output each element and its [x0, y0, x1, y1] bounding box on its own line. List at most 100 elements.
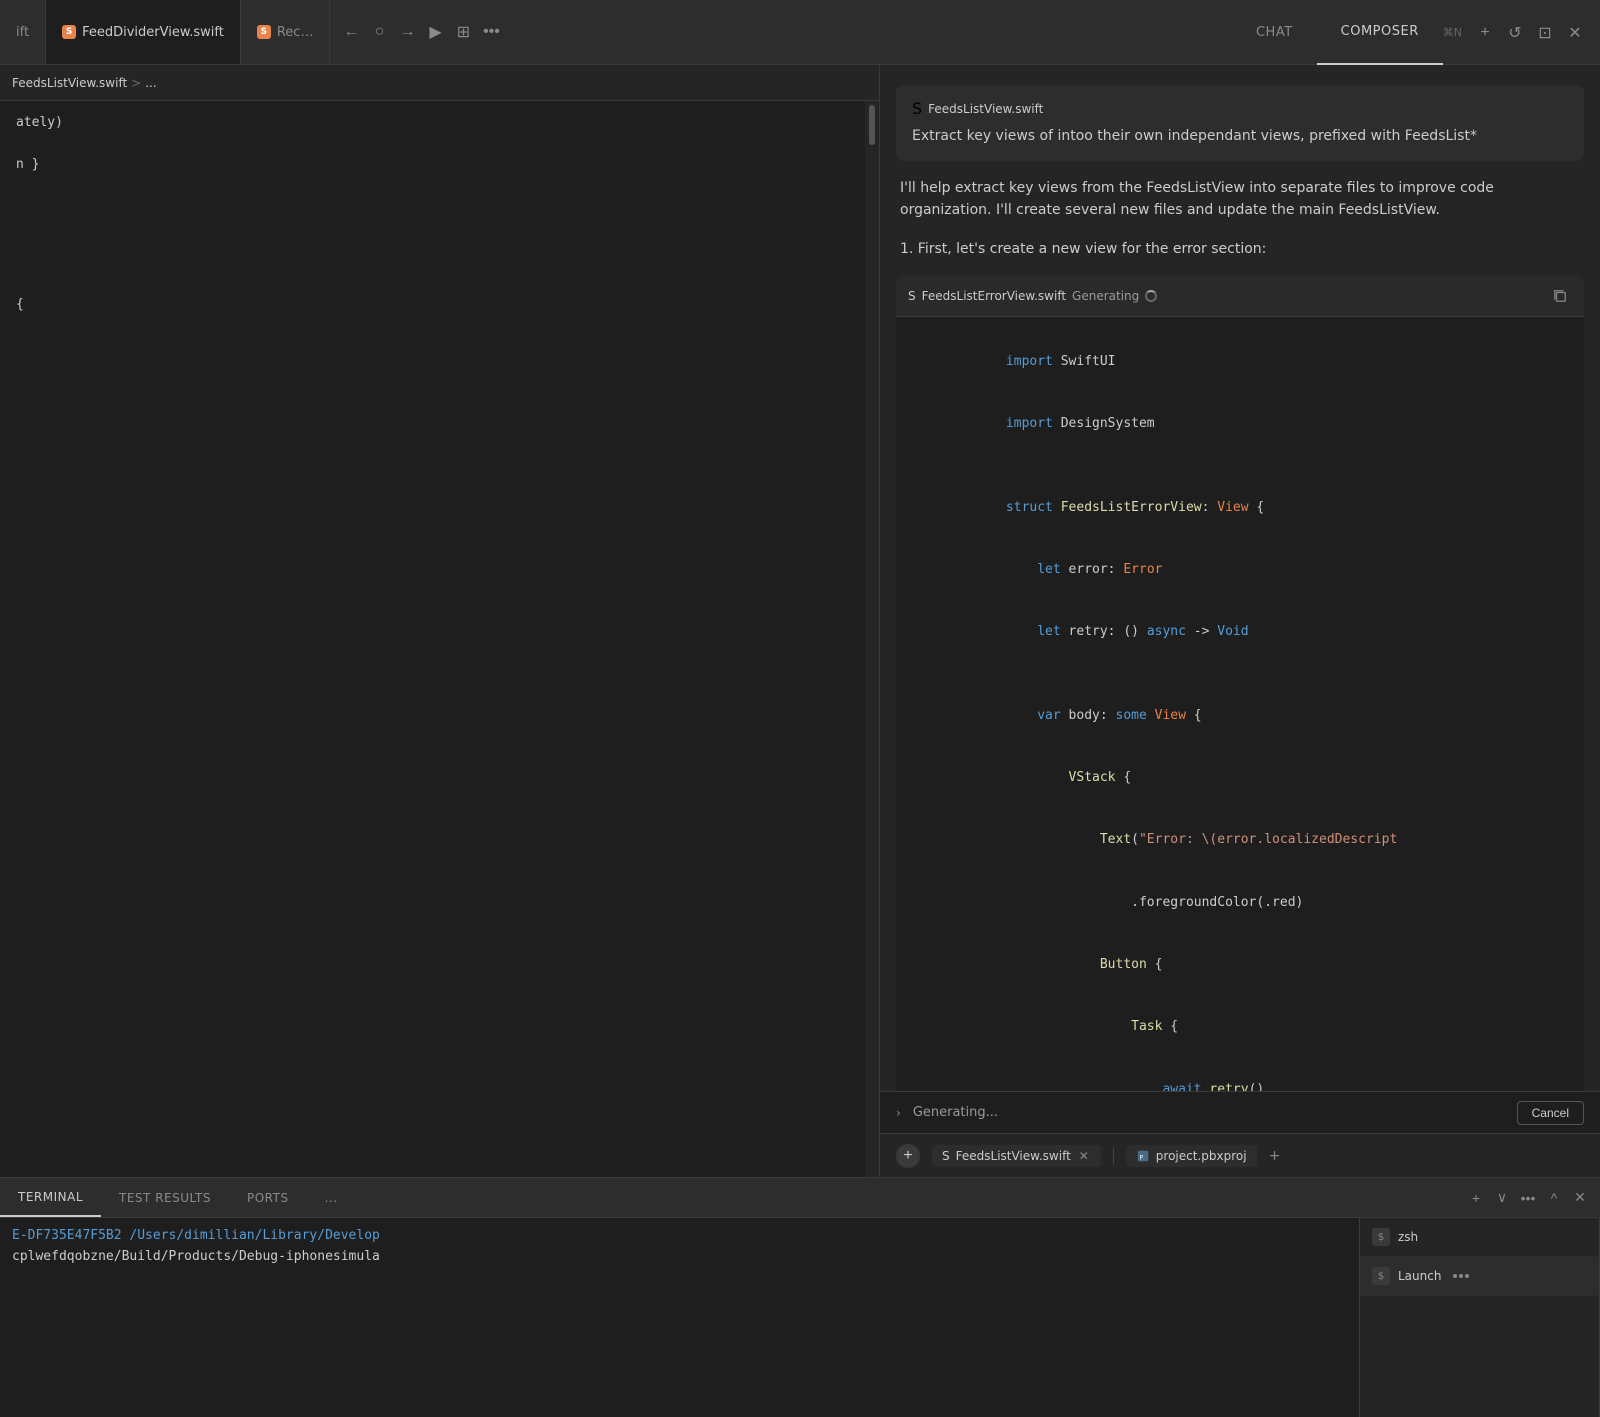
- panel-tab-actions: ⌘N + ↺ ⊡ ✕: [1443, 0, 1600, 65]
- bottom-tab-bar: TERMINAL TEST RESULTS PORTS ... + ∨ ••• …: [0, 1178, 1600, 1218]
- terminal-main[interactable]: E-DF735E47F5B2 /Users/dimillian/Library/…: [0, 1218, 1360, 1417]
- editor-pane: FeedsListView.swift > ... ately) n } {: [0, 65, 880, 1177]
- shell-zsh-label: zsh: [1398, 1230, 1418, 1244]
- tab-rec-label: Rec…: [277, 25, 314, 40]
- breadcrumb-file: FeedsListView.swift: [12, 76, 127, 90]
- terminal-dropdown-btn[interactable]: ∨: [1490, 1186, 1514, 1210]
- tab-more[interactable]: ...: [307, 1178, 356, 1217]
- action-more-btn[interactable]: •••: [478, 19, 504, 45]
- cb-line-11: .foregroundColor(.red): [912, 872, 1568, 934]
- ai-response: I'll help extract key views from the Fee…: [896, 177, 1584, 222]
- message-text: Extract key views of intoo their own ind…: [912, 126, 1568, 147]
- history-btn[interactable]: ↺: [1502, 20, 1528, 46]
- generating-bar: › Generating... Cancel: [880, 1091, 1600, 1133]
- ai-response-text: I'll help extract key views from the Fee…: [900, 180, 1494, 218]
- cb-line-3: [912, 456, 1568, 477]
- panel-tabs: CHAT COMPOSER ⌘N + ↺ ⊡ ✕: [1232, 0, 1600, 65]
- terminal-sidebar: $ zsh $ Launch: [1360, 1218, 1600, 1417]
- shell-item-zsh[interactable]: $ zsh: [1360, 1218, 1599, 1257]
- editor-content[interactable]: ately) n } {: [0, 101, 879, 1177]
- status-separator: [1113, 1148, 1114, 1164]
- shell-item-launch[interactable]: $ Launch: [1360, 1257, 1599, 1296]
- add-context-btn[interactable]: +: [896, 1144, 920, 1168]
- step-label: 1. First, let's create a new view for th…: [896, 238, 1584, 260]
- message-header: S FeedsListView.swift: [912, 99, 1568, 118]
- copy-button[interactable]: [1548, 284, 1572, 308]
- cb-line-10: Text("Error: \(error.localizedDescript: [912, 810, 1568, 872]
- terminal-area: E-DF735E47F5B2 /Users/dimillian/Library/…: [0, 1218, 1600, 1417]
- code-block-filename-label: FeedsListErrorView.swift: [922, 289, 1066, 303]
- generating-text: Generating...: [913, 1105, 1509, 1120]
- terminal-up-btn[interactable]: ^: [1542, 1186, 1566, 1210]
- shell-launch-icon: $: [1372, 1267, 1390, 1285]
- cb-line-13: Task {: [912, 997, 1568, 1059]
- chat-scroll[interactable]: S FeedsListView.swift Extract key views …: [880, 65, 1600, 1091]
- shell-zsh-icon: $: [1372, 1228, 1390, 1246]
- tab-more-label: ...: [325, 1191, 338, 1205]
- new-chat-btn[interactable]: +: [1472, 20, 1498, 46]
- close-panel-btn[interactable]: ✕: [1562, 20, 1588, 46]
- terminal-close-btn[interactable]: ✕: [1568, 1186, 1592, 1210]
- action-layout-btn[interactable]: ⊞: [450, 19, 476, 45]
- tab-ift[interactable]: ift: [0, 0, 46, 64]
- scroll-indicator[interactable]: [865, 101, 879, 1177]
- bottom-panel: TERMINAL TEST RESULTS PORTS ... + ∨ ••• …: [0, 1177, 1600, 1417]
- loading-dots: [1453, 1274, 1469, 1278]
- code-line-1: ately): [16, 113, 863, 134]
- swift-icon-message: S: [912, 99, 922, 118]
- cancel-button[interactable]: Cancel: [1517, 1101, 1584, 1125]
- add-terminal-btn[interactable]: +: [1464, 1186, 1488, 1210]
- tab-composer-label: COMPOSER: [1341, 24, 1419, 39]
- status-file-pbxproj: P project.pbxproj: [1126, 1145, 1257, 1167]
- tab-ports-label: PORTS: [247, 1191, 289, 1205]
- code-line-2: [16, 134, 863, 155]
- tab-terminal[interactable]: TERMINAL: [0, 1178, 101, 1217]
- cb-line-9: VStack {: [912, 747, 1568, 809]
- loading-dot-2: [1459, 1274, 1463, 1278]
- shell-launch-label: Launch: [1398, 1269, 1441, 1283]
- main-area: FeedsListView.swift > ... ately) n } { S: [0, 65, 1600, 1177]
- tab-bar: ift S FeedDividerView.swift S Rec… ← ○ →…: [0, 0, 1600, 65]
- code-line-3: n }: [16, 155, 863, 176]
- code-block-body: import SwiftUI import DesignSystem struc…: [896, 317, 1584, 1091]
- loading-dot-1: [1453, 1274, 1457, 1278]
- tab-test-results[interactable]: TEST RESULTS: [101, 1178, 229, 1217]
- tab-chat[interactable]: CHAT: [1232, 0, 1317, 65]
- tab-composer[interactable]: COMPOSER: [1317, 0, 1443, 65]
- generating-badge: Generating: [1072, 289, 1157, 303]
- tab-chat-label: CHAT: [1256, 25, 1293, 40]
- chat-panel: S FeedsListView.swift Extract key views …: [880, 65, 1600, 1177]
- swift-icon-code: S: [908, 289, 916, 303]
- action-run-btn[interactable]: ▶: [422, 19, 448, 45]
- status-file-feedslist: S FeedsListView.swift ✕: [932, 1145, 1101, 1167]
- cb-line-2: import DesignSystem: [912, 394, 1568, 456]
- message-filename: FeedsListView.swift: [928, 102, 1043, 116]
- tab-ports[interactable]: PORTS: [229, 1178, 307, 1217]
- cb-line-14: await retry(): [912, 1059, 1568, 1091]
- user-message-bubble: S FeedsListView.swift Extract key views …: [896, 85, 1584, 161]
- plus-icon[interactable]: +: [1269, 1148, 1281, 1164]
- cb-line-8: var body: some View {: [912, 685, 1568, 747]
- expand-btn[interactable]: ⊡: [1532, 20, 1558, 46]
- loading-dot-3: [1465, 1274, 1469, 1278]
- action-circle-btn[interactable]: ○: [366, 19, 392, 45]
- breadcrumb: FeedsListView.swift > ...: [0, 65, 879, 101]
- action-back-btn[interactable]: ←: [338, 19, 364, 45]
- breadcrumb-more: ...: [145, 76, 156, 90]
- tab-spacer: [512, 0, 1232, 64]
- status-file-feedslist-close[interactable]: ✕: [1077, 1149, 1091, 1163]
- tab-feeddividerview[interactable]: S FeedDividerView.swift: [46, 0, 241, 64]
- terminal-line-1: E-DF735E47F5B2 /Users/dimillian/Library/…: [12, 1226, 1347, 1247]
- terminal-line-2: cplwefdqobzne/Build/Products/Debug-iphon…: [12, 1247, 1347, 1268]
- terminal-more-btn[interactable]: •••: [1516, 1186, 1540, 1210]
- code-block-filename: S FeedsListErrorView.swift Generating: [908, 289, 1157, 303]
- pbxproj-icon: P: [1136, 1149, 1150, 1163]
- cb-line-6: let retry: () async -> Void: [912, 602, 1568, 664]
- action-forward-btn[interactable]: →: [394, 19, 420, 45]
- tab-rec[interactable]: S Rec…: [241, 0, 331, 64]
- swift-icon-rec: S: [257, 25, 271, 39]
- step-label-text: 1. First, let's create a new view for th…: [900, 241, 1266, 257]
- cb-line-5: let error: Error: [912, 539, 1568, 601]
- tab-actions-group: ← ○ → ▶ ⊞ •••: [330, 0, 512, 64]
- cb-line-4: struct FeedsListErrorView: View {: [912, 477, 1568, 539]
